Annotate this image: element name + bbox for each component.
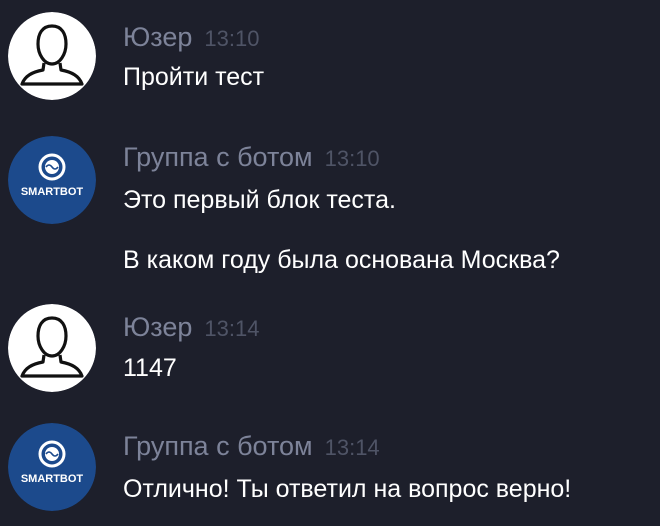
message-header: Юзер 13:10 [123, 22, 259, 53]
bot-avatar[interactable]: SMARTBOT [8, 136, 96, 224]
message-text: Пройти тест [123, 63, 265, 91]
message-header: Юзер 13:14 [123, 312, 259, 343]
user-silhouette-icon [8, 12, 96, 100]
message-timestamp: 13:10 [204, 26, 260, 51]
message-item: Юзер 13:10 Пройти тест [0, 0, 660, 110]
author-name[interactable]: Группа с ботом [123, 431, 313, 461]
message-text: Отлично! Ты ответил на вопрос верно! [123, 475, 572, 503]
message-item: SMARTBOT Группа с ботом 13:14 Отлично! Ты… [0, 420, 660, 526]
message-text: В каком году была основана Москва? [123, 246, 560, 274]
author-name[interactable]: Юзер [123, 22, 192, 52]
user-silhouette-icon [8, 304, 96, 392]
message-item: Юзер 13:14 1147 [0, 300, 660, 410]
smartbot-logo [8, 136, 96, 224]
author-name[interactable]: Группа с ботом [123, 142, 313, 172]
logo-text: SMARTBOT [20, 473, 84, 485]
user-avatar[interactable] [8, 12, 96, 100]
message-text: 1147 [123, 354, 177, 382]
bot-avatar[interactable]: SMARTBOT [8, 423, 96, 511]
author-name[interactable]: Юзер [123, 312, 192, 342]
user-avatar[interactable] [8, 304, 96, 392]
message-timestamp: 13:10 [324, 146, 380, 171]
smartbot-logo [8, 423, 96, 511]
message-header: Группа с ботом 13:14 [123, 431, 380, 462]
logo-text: SMARTBOT [20, 186, 84, 198]
message-header: Группа с ботом 13:10 [123, 142, 380, 173]
message-text: Это первый блок теста. [123, 186, 396, 214]
message-timestamp: 13:14 [324, 435, 380, 460]
message-timestamp: 13:14 [204, 316, 260, 341]
message-item: SMARTBOT Группа с ботом 13:10 Это первый … [0, 130, 660, 290]
